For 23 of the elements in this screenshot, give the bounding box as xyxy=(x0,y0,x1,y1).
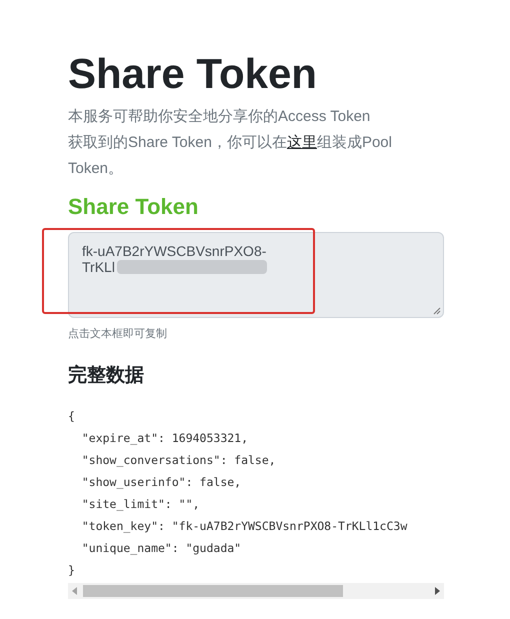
copy-hint: 点击文本框即可复制 xyxy=(68,327,167,341)
resize-handle-icon xyxy=(433,307,441,315)
token-text-area[interactable]: fk-uA7B2rYWSCBVsnrPXO8- TrKLl xyxy=(68,232,444,318)
token-value: fk-uA7B2rYWSCBVsnrPXO8- xyxy=(82,243,266,259)
scrollbar-thumb[interactable] xyxy=(83,585,343,597)
code-line: "show_userinfo": false, xyxy=(80,474,242,491)
token-value: TrKLl xyxy=(82,259,115,275)
code-line: "expire_at": 1694053321, xyxy=(80,430,248,447)
code-line: { xyxy=(68,408,75,425)
here-link[interactable]: 这里 xyxy=(286,134,317,151)
share-token-heading: Share Token xyxy=(68,193,198,221)
page-title: Share Token xyxy=(68,49,317,99)
horizontal-scrollbar[interactable] xyxy=(68,583,444,599)
full-data-heading: 完整数据 xyxy=(68,364,144,388)
scroll-left-icon[interactable] xyxy=(72,587,77,595)
code-line: "show_conversations": false, xyxy=(80,452,276,469)
description-text: 获取到的Share Token，你可以在这里组装成Pool Token。 xyxy=(68,133,393,179)
description-text: 本服务可帮助你安全地分享你的Access Token xyxy=(68,107,370,127)
code-line: "token_key": "fk-uA7B2rYWSCBVsnrPXO8-TrKLl1cC3w xyxy=(80,518,408,535)
code-line: } xyxy=(68,562,75,579)
scroll-right-icon[interactable] xyxy=(435,587,440,595)
code-line: "site_limit": "", xyxy=(80,496,200,513)
code-line: "unique_name": "gudada" xyxy=(80,540,242,557)
